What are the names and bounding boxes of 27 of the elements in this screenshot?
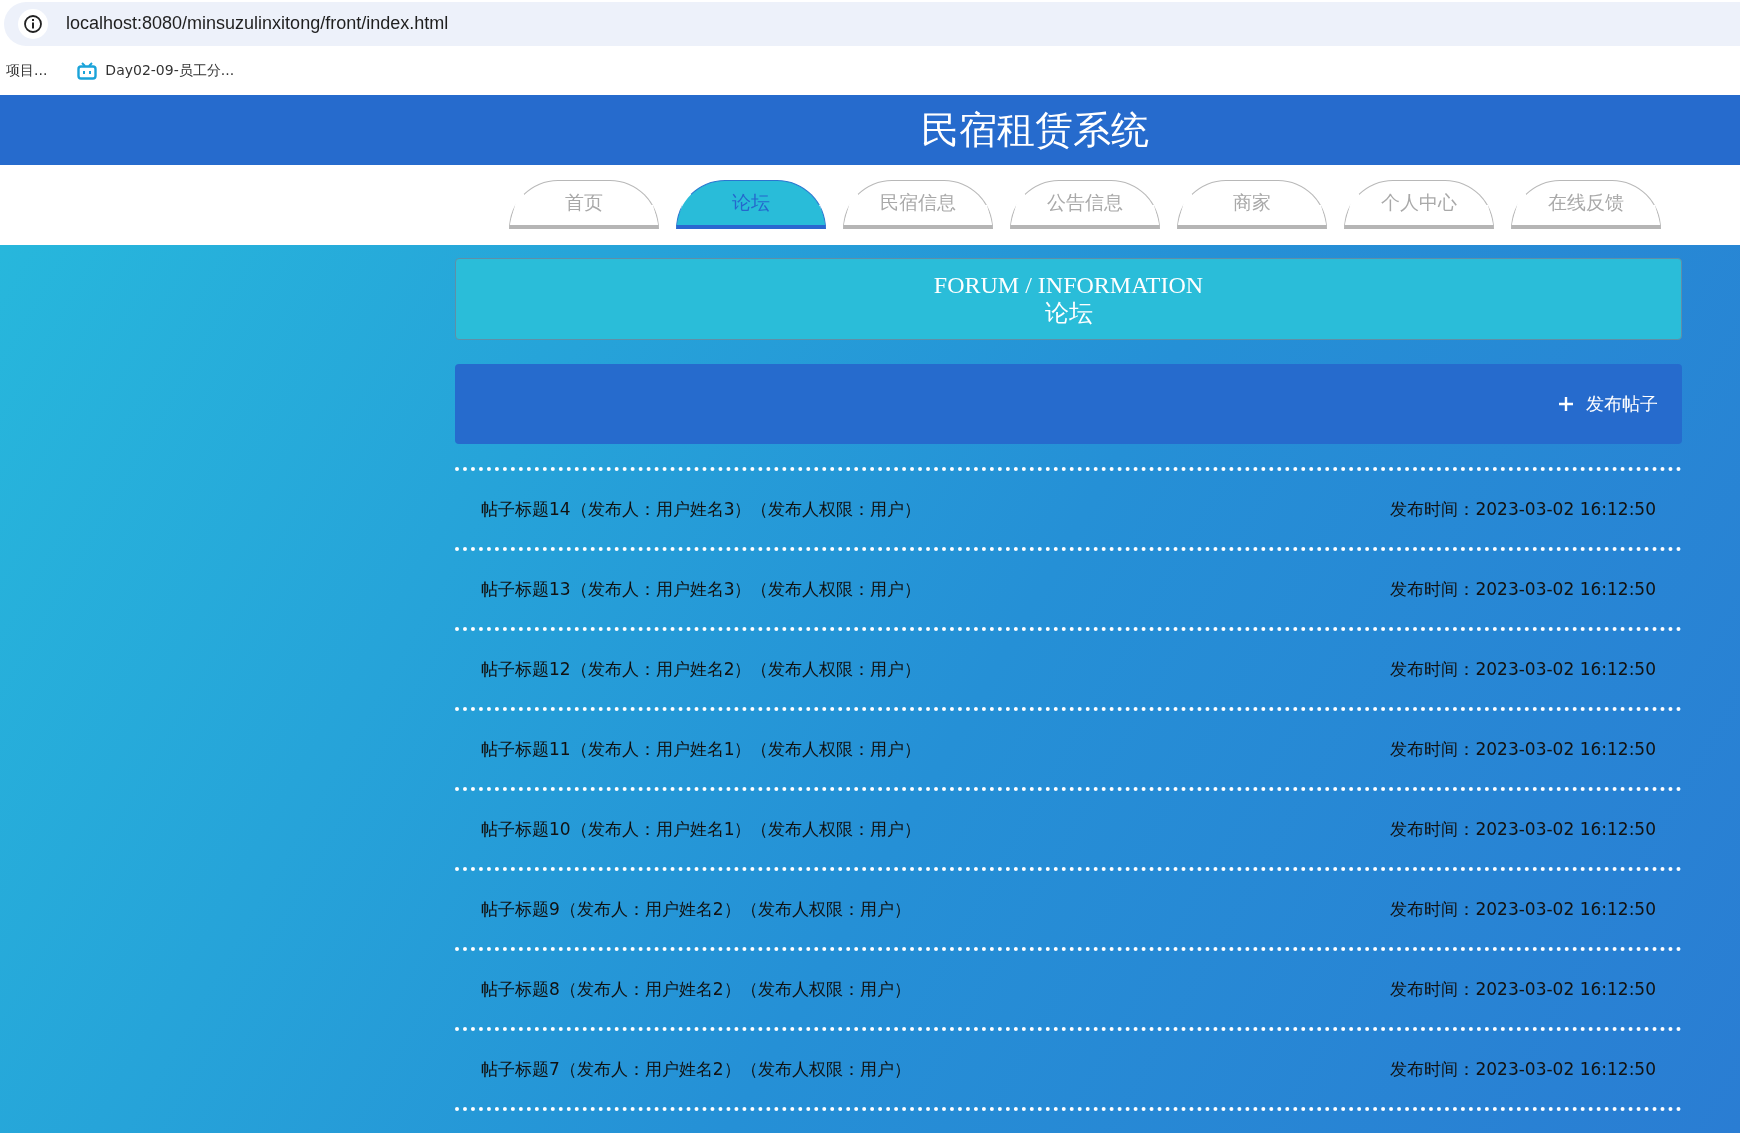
post-time: 发布时间：2023-03-02 16:12:50 [1390, 497, 1656, 521]
plus-icon [1558, 396, 1574, 412]
post-title[interactable]: 帖子标题9（发布人：用户姓名2）（发布人权限：用户） [481, 897, 911, 921]
post-title[interactable]: 帖子标题13（发布人：用户姓名3）（发布人权限：用户） [481, 577, 922, 601]
post-title[interactable]: 帖子标题7（发布人：用户姓名2）（发布人权限：用户） [481, 1057, 911, 1081]
post-time: 发布时间：2023-03-02 16:12:50 [1390, 577, 1656, 601]
publish-post-button[interactable]: 发布帖子 [1558, 388, 1658, 420]
tv-icon [77, 62, 98, 80]
section-title: 论坛 [1044, 299, 1093, 327]
post-time: 发布时间：2023-03-02 16:12:50 [1390, 977, 1656, 1001]
post-title[interactable]: 帖子标题14（发布人：用户姓名3）（发布人权限：用户） [481, 497, 922, 521]
bookmark-link[interactable]: Day02-09-员工分... [77, 62, 235, 80]
address-bar[interactable]: localhost:8080/minsuzulinxitong/front/index.html [4, 1, 1740, 46]
info-icon[interactable] [18, 8, 48, 39]
post-title[interactable]: 帖子标题10（发布人：用户姓名1）（发布人权限：用户） [481, 817, 922, 841]
post-time: 发布时间：2023-03-02 16:12:50 [1390, 817, 1656, 841]
url-text: localhost:8080/minsuzulinxitong/front/index.html [66, 13, 449, 34]
bookmark-link[interactable]: 项目... [6, 62, 48, 80]
site-title: 民宿租赁系统 [921, 106, 1149, 154]
post-time: 发布时间：2023-03-02 16:12:50 [1390, 657, 1656, 681]
post-title[interactable]: 帖子标题11（发布人：用户姓名1）（发布人权限：用户） [481, 737, 922, 761]
post-time: 发布时间：2023-03-02 16:12:50 [1390, 897, 1656, 921]
post-title[interactable]: 帖子标题12（发布人：用户姓名2）（发布人权限：用户） [481, 657, 922, 681]
post-time: 发布时间：2023-03-02 16:12:50 [1390, 737, 1656, 761]
post-time: 发布时间：2023-03-02 16:12:50 [1390, 1057, 1656, 1081]
post-title[interactable]: 帖子标题8（发布人：用户姓名2）（发布人权限：用户） [481, 977, 911, 1001]
section-title-en: FORUM / INFORMATION [933, 271, 1204, 299]
